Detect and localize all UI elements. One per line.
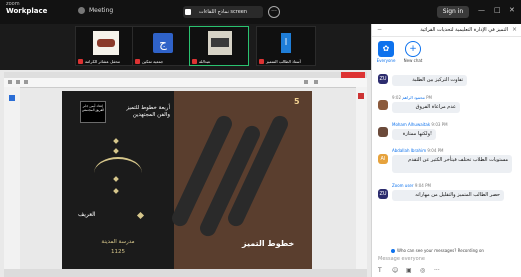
- diamond-ornament-icon: [136, 211, 145, 220]
- emoji-icon[interactable]: ☺: [392, 267, 398, 274]
- toolbar-icon: [16, 80, 20, 84]
- slide-left-page: إعداد أيمن جابر الفريق المجتمعي أربعة خط…: [62, 91, 174, 269]
- video-thumbnail[interactable]: ج جمعية تمكين: [132, 26, 192, 66]
- participant-avatar: [93, 31, 119, 55]
- message-sender: Zoom user 9:04 PM: [392, 183, 431, 188]
- new-chat-label[interactable]: New chat: [399, 58, 427, 63]
- participant-avatar: [208, 31, 232, 55]
- mic-muted-icon: [192, 59, 197, 64]
- meeting-label: Meeting: [89, 7, 114, 14]
- format-text-icon[interactable]: T: [378, 267, 382, 274]
- message-bubble: ولكنها ممتازة!: [392, 129, 436, 140]
- everyone-tab-label[interactable]: Everyone: [373, 58, 399, 63]
- more-options-button[interactable]: ···: [268, 6, 280, 18]
- presentation-slide: إعداد أيمن جابر الفريق المجتمعي أربعة خط…: [62, 91, 312, 269]
- shared-app-statusbar: [4, 269, 367, 277]
- avatar: ZU: [378, 189, 388, 199]
- mic-muted-icon: [78, 59, 83, 64]
- slide-credit-box: إعداد أيمن جابر الفريق المجتمعي: [80, 101, 106, 123]
- divider: [372, 36, 521, 37]
- share-title: نماذج اللقاءات screen: [198, 9, 248, 15]
- shared-app-sidebar: [4, 87, 20, 269]
- video-thumbnail-strip: محفل عشائر الكرامة ج جمعية تمكين عبدالله…: [0, 24, 371, 70]
- title-bar: zoom Workplace Meeting نماذج اللقاءات sc…: [0, 0, 521, 24]
- close-panel-icon[interactable]: ×: [512, 26, 517, 33]
- minimize-icon[interactable]: —: [478, 6, 485, 14]
- zoom-logo: zoom Workplace: [6, 2, 48, 16]
- share-screen-icon: [185, 9, 191, 15]
- shared-app-toolbar: [4, 78, 367, 88]
- message-input[interactable]: Message everyone: [378, 256, 516, 264]
- screen-share-pill[interactable]: نماذج اللقاءات screen: [183, 6, 263, 18]
- minimize-panel-icon[interactable]: −: [377, 26, 382, 33]
- meeting-icon: [78, 7, 85, 14]
- mention-icon[interactable]: ◎: [420, 267, 425, 274]
- new-chat-icon[interactable]: +: [405, 41, 421, 57]
- who-can-see-notice[interactable]: Who can see your messages? Recording on: [391, 247, 501, 255]
- mic-muted-icon: [259, 59, 264, 64]
- message-bubble: مستويات الطلاب تختلف فيتأخر الكثير عن ال…: [392, 155, 512, 173]
- toolbar-icon: [314, 80, 318, 84]
- diamond-ornament-icon: [113, 148, 119, 154]
- chat-panel-title: التميز في الإدارة التعليمية لتحديات القر…: [420, 27, 508, 33]
- rightbar-icon: [358, 93, 364, 99]
- screenshot-icon[interactable]: ▣: [406, 267, 412, 274]
- message-bubble: تفاوت التركيز بين الطلبة: [392, 75, 467, 86]
- slide-page-number: 5: [294, 97, 300, 106]
- shared-app-rightbar: [356, 87, 367, 269]
- toolbar-icon: [24, 80, 28, 84]
- avatar: [378, 100, 388, 110]
- slide-title: أربعة خطوط للتميز والفن المجتهدين: [126, 105, 170, 118]
- sign-in-button[interactable]: Sign in: [437, 6, 469, 18]
- message-bubble: عدم مراعاة الفروق: [392, 102, 460, 113]
- everyone-tab-icon[interactable]: ✿: [378, 41, 394, 57]
- participant-name: عبدالله: [192, 59, 211, 64]
- chat-panel: − التميز في الإدارة التعليمية لتحديات ال…: [371, 24, 521, 277]
- slide-school-label: مدرسة المدينة: [101, 239, 135, 245]
- meeting-tab[interactable]: Meeting: [78, 7, 113, 14]
- participant-name: محفل عشائر الكرامة: [78, 59, 120, 64]
- slide-year-label: 1125: [111, 249, 125, 255]
- avatar: [378, 127, 388, 137]
- participant-avatar: l: [281, 33, 291, 53]
- participant-avatar: ج: [153, 33, 173, 53]
- participant-name: جمعية تمكين: [135, 59, 163, 64]
- diamond-ornament-icon: [113, 188, 119, 194]
- participant-name: أستاذ الطالب المتميز: [259, 59, 301, 64]
- avatar: ZU: [378, 74, 388, 84]
- info-dot-icon: [391, 249, 395, 253]
- arch-ornament: [94, 157, 142, 189]
- slide-name-label: العريف: [78, 211, 96, 218]
- slide-calligraphy-title: خطوط التميز: [242, 239, 295, 248]
- message-sender: Moham Alhuwaitak 9:03 PM: [392, 122, 448, 127]
- brand-workplace: Workplace: [6, 7, 48, 15]
- video-thumbnail[interactable]: l أستاذ الطالب المتميز: [256, 26, 316, 66]
- more-tools-icon[interactable]: ···: [434, 267, 440, 274]
- shared-screen[interactable]: إعداد أيمن جابر الفريق المجتمعي أربعة خط…: [0, 70, 371, 277]
- close-icon[interactable]: ✕: [509, 6, 515, 14]
- video-thumbnail-active[interactable]: عبدالله: [189, 26, 249, 66]
- sidebar-icon: [9, 95, 15, 101]
- video-thumbnail[interactable]: محفل عشائر الكرامة: [75, 26, 135, 66]
- avatar: AI: [378, 154, 388, 164]
- message-sender: Abdallah Ibrahim 9:04 PM: [392, 148, 444, 153]
- chat-toolbar: T ☺ ▣ ◎ ···: [378, 267, 518, 275]
- toolbar-icon: [304, 80, 308, 84]
- message-bubble: حصر الطالب المتميز والتقليل من مهاراته: [392, 190, 504, 201]
- message-sender: محمود الراهم 9:02 PM: [392, 95, 432, 100]
- mic-muted-icon: [135, 59, 140, 64]
- toolbar-icon: [8, 80, 12, 84]
- diamond-ornament-icon: [113, 138, 119, 144]
- maximize-icon[interactable]: □: [494, 6, 501, 14]
- message-list: ZU تفاوت التركيز بين الطلبة محمود الراهم…: [372, 64, 521, 249]
